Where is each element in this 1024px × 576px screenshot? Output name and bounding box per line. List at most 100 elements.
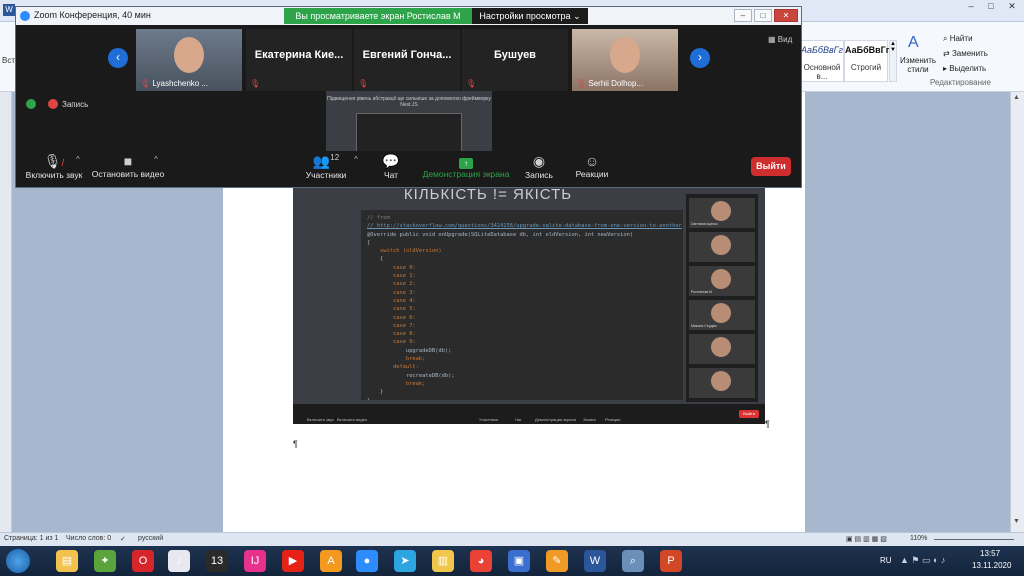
word-status-bar: Страница: 1 из 1 Число слов: 0 ✓ русский… xyxy=(0,532,1024,546)
chat-button[interactable]: 💬 Чат xyxy=(376,153,406,180)
gallery-next-button[interactable]: › xyxy=(690,48,710,68)
opera-icon[interactable]: O xyxy=(132,550,154,572)
edge-legacy-icon[interactable]: ✦ xyxy=(94,550,116,572)
mini-participant-name: Ростислав М xyxy=(691,290,712,294)
participant-tile[interactable]: Екатерина Кие... 🎙 xyxy=(246,29,352,91)
code-line: { xyxy=(367,239,371,246)
participant-tile[interactable]: 🎙 Lyashchenko ... xyxy=(136,29,242,91)
view-mode-icons[interactable]: ▣ ▤ ▥ ▦ ▧ xyxy=(846,535,887,543)
code-line: case 6: xyxy=(367,314,416,321)
status-language[interactable]: русский xyxy=(138,535,163,542)
zoom-icon[interactable]: ● xyxy=(356,550,378,572)
taskbar-time[interactable]: 13:57 xyxy=(980,549,1000,558)
tray-icons[interactable]: ▲ ⚑ ▭ ◐ ♪ xyxy=(900,555,945,566)
avast-icon[interactable]: A xyxy=(320,550,342,572)
style-scroll-icon[interactable]: ▲ ▼ xyxy=(889,40,897,82)
zoom-maximize-button[interactable]: □ xyxy=(754,9,772,22)
style-strong-name: Строгий xyxy=(850,63,882,72)
video-options-caret[interactable]: ^ xyxy=(154,155,158,164)
scroll-up-icon[interactable]: ▲ xyxy=(1013,94,1020,101)
status-page[interactable]: Страница: 1 из 1 xyxy=(4,535,58,542)
youtube-icon[interactable]: ▶ xyxy=(282,550,304,572)
participants-options-caret[interactable]: ^ xyxy=(354,155,358,164)
exit-meeting-button[interactable]: Выйти xyxy=(751,157,791,176)
zoom-minimize-button[interactable]: – xyxy=(734,9,752,22)
magnifier-icon[interactable]: ⌕ xyxy=(622,550,644,572)
code-line: // from xyxy=(367,215,390,221)
record-button[interactable]: ◉ Запись xyxy=(524,153,554,180)
participant-name: Евгений Гонча... xyxy=(362,49,452,61)
zoom-slider[interactable] xyxy=(934,539,1014,540)
itunes-icon[interactable]: ♪ xyxy=(168,550,190,572)
participant-name: Екатерина Кие... xyxy=(254,49,344,61)
style-strong[interactable]: АаБбВвГг, Строгий xyxy=(844,40,891,82)
taskbar-date[interactable]: 13.11.2020 xyxy=(972,561,1011,570)
code-line: } xyxy=(367,389,384,396)
pasted-screenshot[interactable]: КІЛЬКІСТЬ != ЯКІСТЬ // from // http://sta… xyxy=(293,186,765,424)
status-words[interactable]: Число слов: 0 xyxy=(66,535,111,542)
style-normal[interactable]: АаБбВвГг Основной в... xyxy=(800,40,844,82)
replace-button[interactable]: ⇄ Заменить xyxy=(943,49,988,58)
find-button[interactable]: ⌕ Найти xyxy=(943,34,973,44)
mini-participant-name: Микола Сердюк xyxy=(691,324,717,328)
participants-button[interactable]: 👥12 Участники xyxy=(298,153,354,180)
select-button[interactable]: ▸ Выделить xyxy=(943,64,986,73)
share-screen-button[interactable]: ↑ Демонстрация экрана xyxy=(420,153,512,179)
participant-tile[interactable]: Евгений Гонча... 🎙 xyxy=(354,29,460,91)
participant-tile[interactable]: Бушуев 🎙 xyxy=(462,29,568,91)
code-line: case 3: xyxy=(367,289,416,296)
vertical-scrollbar[interactable]: ▲ ▼ xyxy=(1010,92,1024,532)
word-close-button[interactable]: ✕ xyxy=(1002,1,1022,15)
reactions-button[interactable]: ☺ Реакции xyxy=(572,153,612,179)
mini-exit-button: Выйти xyxy=(739,410,759,418)
zoom-close-button[interactable]: ✕ xyxy=(774,9,798,22)
taskbar-language[interactable]: RU xyxy=(880,556,892,565)
participant-face xyxy=(174,37,204,73)
mic-muted-icon: 🎙 xyxy=(140,79,153,88)
record-icon: ◉ xyxy=(532,153,546,169)
mic-muted-icon: 🎙 xyxy=(358,79,369,88)
games-icon[interactable]: 13 xyxy=(206,550,228,572)
find-label: Найти xyxy=(949,34,973,43)
view-settings-button[interactable]: Настройки просмотра ⌄ xyxy=(472,8,588,24)
proofing-icon[interactable]: ✓ xyxy=(120,535,126,543)
replace-icon: ⇄ xyxy=(943,49,952,58)
chrome-icon[interactable]: ◕ xyxy=(470,550,492,572)
code-line: upgradeDB(db); xyxy=(367,347,452,354)
code-line: } xyxy=(367,397,677,400)
record-label: Запись xyxy=(525,170,553,180)
participant-tile[interactable]: 🎙 Serhii Dolhop... xyxy=(572,29,678,91)
recording-label: Запись xyxy=(62,100,89,109)
code-line: case 8: xyxy=(367,331,416,338)
participant-name-text: Serhii Dolhop... xyxy=(588,79,644,88)
style-normal-sample: АаБбВвГг xyxy=(801,45,843,55)
telegram-icon[interactable]: ➤ xyxy=(394,550,416,572)
change-styles-button[interactable]: Изменить стили xyxy=(898,56,938,74)
code-line: break; xyxy=(367,380,426,387)
view-button[interactable]: ▦ Вид xyxy=(768,35,792,44)
mini-toolbar-label: Чат xyxy=(515,417,522,422)
mute-options-caret[interactable]: ^ xyxy=(76,155,80,164)
grid-icon: ▦ xyxy=(768,35,778,44)
security-shield-icon[interactable] xyxy=(26,99,36,109)
paint-icon[interactable]: ✎ xyxy=(546,550,568,572)
save-icon[interactable]: ▣ xyxy=(508,550,530,572)
change-styles-icon[interactable]: A xyxy=(908,34,919,52)
scroll-down-icon[interactable]: ▼ xyxy=(1013,518,1020,525)
word-minimize-button[interactable]: – xyxy=(962,1,980,15)
reactions-icon: ☺ xyxy=(584,153,600,169)
mini-participant-face xyxy=(711,201,731,221)
code-line: case 7: xyxy=(367,322,416,329)
mini-participant-tile xyxy=(689,368,755,398)
word-icon[interactable]: W xyxy=(584,550,606,572)
gallery-prev-button[interactable]: ‹ xyxy=(108,48,128,68)
mini-participant-face xyxy=(711,337,731,357)
explorer-icon[interactable]: ▤ xyxy=(56,550,78,572)
zoom-level[interactable]: 110% xyxy=(910,535,927,542)
shared-screen-preview[interactable]: Підвищення рівень абстракції ще сильніше… xyxy=(326,91,492,151)
jetbrains-icon[interactable]: IJ xyxy=(244,550,266,572)
start-button[interactable] xyxy=(6,549,30,573)
powerpoint-icon[interactable]: P xyxy=(660,550,682,572)
files-icon[interactable]: ▥ xyxy=(432,550,454,572)
word-maximize-button[interactable]: □ xyxy=(982,1,1000,15)
